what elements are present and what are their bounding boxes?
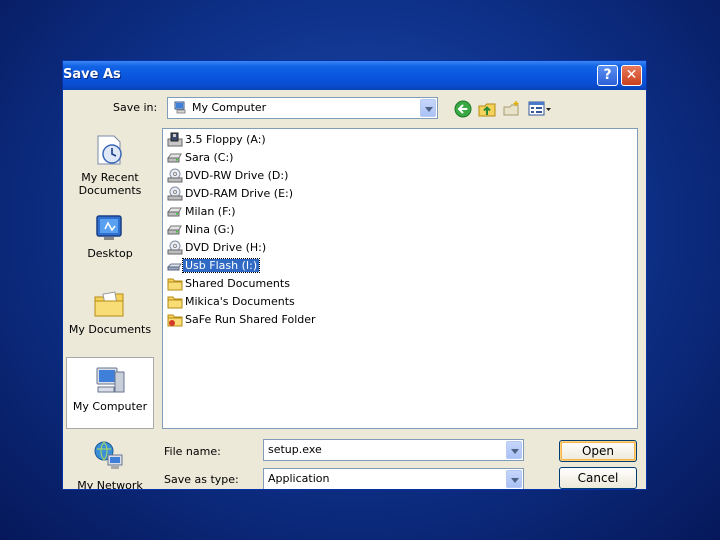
close-button[interactable]: ✕ bbox=[621, 65, 642, 86]
views-menu-icon[interactable] bbox=[528, 100, 552, 118]
file-name-value: setup.exe bbox=[268, 443, 322, 456]
hard-drive-icon bbox=[167, 225, 182, 235]
my-network-icon bbox=[94, 441, 123, 469]
place-my-network[interactable]: My Network bbox=[66, 433, 154, 490]
optical-drive-icon bbox=[167, 186, 183, 201]
shared-folder-icon bbox=[167, 314, 183, 327]
back-icon[interactable] bbox=[454, 100, 472, 118]
removable-drive-icon bbox=[167, 263, 182, 271]
places-bar: My Recent Documents Desktop My Documents bbox=[66, 127, 156, 489]
place-label: My Recent Documents bbox=[78, 171, 142, 197]
save-in-label: Save in: bbox=[113, 101, 158, 114]
up-folder-icon[interactable] bbox=[478, 100, 496, 118]
save-in-dropdown[interactable]: My Computer bbox=[167, 97, 438, 119]
title-bar[interactable]: Save As ? ✕ bbox=[63, 61, 646, 90]
recent-documents-icon bbox=[97, 135, 122, 165]
optical-drive-icon bbox=[167, 168, 183, 183]
file-name: SaFe Run Shared Folder bbox=[185, 313, 316, 326]
file-name: Sara (C:) bbox=[185, 151, 234, 164]
file-name-input[interactable]: setup.exe bbox=[263, 439, 524, 461]
chevron-down-icon[interactable] bbox=[506, 470, 522, 488]
cancel-button[interactable]: Cancel bbox=[559, 467, 637, 489]
folder-icon bbox=[167, 278, 183, 291]
file-name: 3.5 Floppy (A:) bbox=[185, 133, 266, 146]
open-button[interactable]: Open bbox=[559, 440, 637, 462]
place-my-computer[interactable]: My Computer bbox=[66, 357, 154, 429]
save-as-dialog: Save As ? ✕ Save in: My Computer My Rece… bbox=[62, 60, 647, 490]
save-as-type-dropdown[interactable]: Application bbox=[263, 468, 524, 489]
chevron-down-icon[interactable] bbox=[420, 99, 436, 117]
window-title: Save As bbox=[63, 67, 121, 82]
file-name: Mikica's Documents bbox=[185, 295, 295, 308]
file-name: Milan (F:) bbox=[185, 205, 236, 218]
floppy-drive-icon bbox=[167, 132, 183, 147]
place-my-documents[interactable]: My Documents bbox=[66, 281, 154, 353]
file-name: Usb Flash (I:) bbox=[181, 258, 261, 273]
file-list[interactable]: 3.5 Floppy (A:) Sara (C:) DVD-RW Drive (… bbox=[162, 128, 638, 429]
hard-drive-icon bbox=[167, 207, 182, 217]
place-label: Desktop bbox=[87, 247, 133, 260]
my-computer-icon bbox=[174, 101, 186, 114]
chevron-down-icon[interactable] bbox=[506, 441, 522, 459]
file-name: DVD-RAM Drive (E:) bbox=[185, 187, 294, 200]
optical-drive-icon bbox=[167, 240, 183, 255]
my-documents-icon bbox=[94, 291, 124, 317]
new-folder-icon[interactable] bbox=[503, 100, 521, 118]
file-name: Nina (G:) bbox=[185, 223, 235, 236]
place-desktop[interactable]: Desktop bbox=[66, 205, 154, 277]
desktop-icon bbox=[96, 215, 122, 240]
save-as-type-label: Save as type: bbox=[164, 473, 239, 486]
folder-icon bbox=[167, 296, 183, 309]
place-label: My Network bbox=[77, 479, 143, 490]
my-computer-icon bbox=[96, 367, 125, 393]
help-button[interactable]: ? bbox=[597, 65, 618, 86]
place-label: My Computer bbox=[72, 400, 148, 413]
file-name: DVD Drive (H:) bbox=[185, 241, 267, 254]
hard-drive-icon bbox=[167, 153, 182, 163]
file-name-label: File name: bbox=[164, 445, 221, 458]
save-in-value: My Computer bbox=[192, 101, 267, 114]
place-label: My Documents bbox=[68, 323, 152, 336]
file-name: Shared Documents bbox=[185, 277, 290, 290]
file-name: DVD-RW Drive (D:) bbox=[185, 169, 289, 182]
place-my-recent-documents[interactable]: My Recent Documents bbox=[66, 127, 154, 199]
save-as-type-value: Application bbox=[268, 472, 330, 485]
